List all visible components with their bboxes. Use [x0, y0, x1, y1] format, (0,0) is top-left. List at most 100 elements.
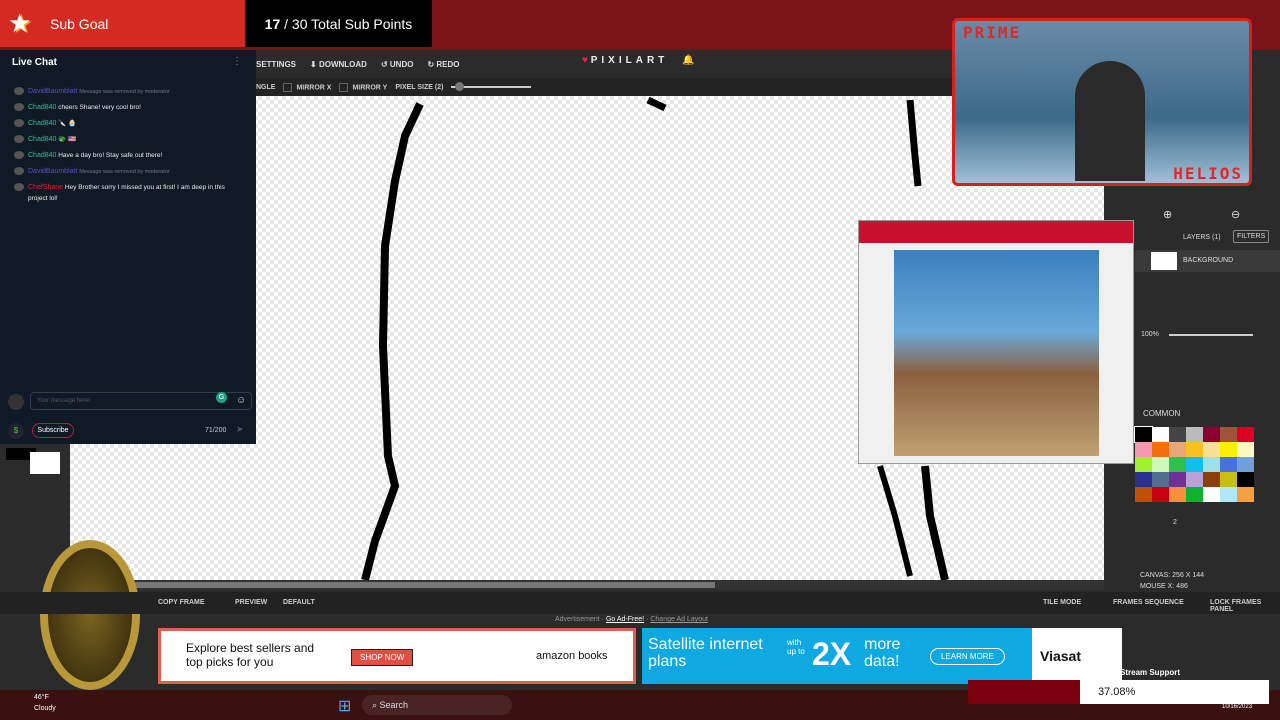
palette-swatch[interactable]	[1152, 457, 1169, 472]
preview-button[interactable]: PREVIEW	[235, 599, 267, 606]
palette-swatch[interactable]	[1186, 442, 1203, 457]
palette-swatch[interactable]	[1152, 472, 1169, 487]
with-up-to: with up to	[787, 638, 805, 656]
download-label: DOWNLOAD	[318, 59, 367, 69]
copy-frame-button[interactable]: COPY FRAME	[158, 599, 205, 606]
palette-swatch[interactable]	[1135, 442, 1152, 457]
palette-swatch[interactable]	[1186, 472, 1203, 487]
logo-text: PIXILART	[590, 55, 669, 66]
star-icon: ★	[8, 8, 32, 38]
palette-swatch[interactable]	[1152, 427, 1169, 442]
learn-more-button[interactable]: LEARN MORE	[930, 648, 1005, 665]
pixilart-logo[interactable]: ♥ PIXILART 🔔	[582, 55, 695, 66]
opacity-slider[interactable]	[1169, 334, 1253, 336]
chat-avatar	[14, 135, 24, 143]
send-icon[interactable]: ➤	[236, 424, 244, 435]
amazon-brand: amazon books	[536, 650, 608, 662]
palette-swatch[interactable]	[1203, 442, 1220, 457]
palette-swatch[interactable]	[1237, 487, 1254, 502]
download-button[interactable]: ⬇ DOWNLOAD	[310, 60, 367, 69]
chat-avatar	[14, 87, 24, 95]
tile-mode-toggle[interactable]: TILE MODE	[1043, 599, 1081, 606]
palette-swatch[interactable]	[1237, 472, 1254, 487]
palette-swatch[interactable]	[1237, 427, 1254, 442]
undo-label: UNDO	[389, 59, 414, 69]
secondary-color[interactable]	[30, 452, 60, 474]
chat-title: Live Chat	[12, 57, 58, 68]
palette-swatch[interactable]	[1186, 427, 1203, 442]
palette-swatch[interactable]	[1134, 426, 1153, 443]
dollar-icon[interactable]: $	[8, 423, 24, 439]
weather-temp: 46°F	[34, 694, 49, 701]
palette-swatch[interactable]	[1237, 442, 1254, 457]
bell-icon[interactable]: 🔔	[682, 55, 694, 66]
mirror-y-checkbox[interactable]: MIRROR Y	[339, 82, 388, 92]
chat-username[interactable]: ChefShane	[28, 184, 63, 191]
palette-swatch[interactable]	[1220, 457, 1237, 472]
palette-swatch[interactable]	[1135, 472, 1152, 487]
chat-menu-icon[interactable]: ⋮	[232, 56, 242, 67]
emoji-icon[interactable]: ☺	[236, 395, 246, 406]
mirror-x-checkbox[interactable]: MIRROR X	[283, 82, 331, 92]
palette-swatch[interactable]	[1203, 427, 1220, 442]
palette-swatch[interactable]	[1135, 487, 1152, 502]
pixel-size-slider[interactable]	[451, 82, 532, 91]
palette-swatch[interactable]	[1220, 472, 1237, 487]
palette-swatch[interactable]	[1220, 427, 1237, 442]
go-ad-free-link[interactable]: Go Ad-Free!	[606, 616, 644, 623]
frames-sequence-toggle[interactable]: FRAMES SEQUENCE	[1113, 599, 1184, 606]
palette-swatch[interactable]	[1203, 472, 1220, 487]
shop-now-button[interactable]: SHOP NOW	[351, 649, 414, 666]
palette-swatch[interactable]	[1152, 487, 1169, 502]
palette-swatch[interactable]	[1220, 487, 1237, 502]
palette-swatch[interactable]	[1169, 472, 1186, 487]
grammarly-icon[interactable]: G	[216, 392, 227, 403]
brush-size: 2	[1173, 519, 1177, 526]
undo-button[interactable]: ↺ UNDO	[381, 60, 414, 69]
chat-username[interactable]: Chad840	[28, 104, 56, 111]
palette-swatch[interactable]	[1203, 487, 1220, 502]
settings-button[interactable]: SETTINGS	[256, 60, 296, 69]
palette-swatch[interactable]	[1203, 457, 1220, 472]
chat-username[interactable]: DavidBaumblatt	[28, 88, 77, 95]
palette-swatch[interactable]	[1169, 427, 1186, 442]
subscribe-button[interactable]: Subscribe	[32, 423, 74, 438]
palette-swatch[interactable]	[1169, 487, 1186, 502]
lock-frames-toggle[interactable]: LOCK FRAMES PANEL	[1210, 599, 1280, 613]
palette-name[interactable]: COMMON	[1143, 409, 1180, 418]
webcam-overlay: PRIME HELIOS	[952, 18, 1252, 186]
palette-swatch[interactable]	[1220, 442, 1237, 457]
viasat-ad[interactable]: Satellite internet plans with up to 2X m…	[642, 628, 1122, 684]
chat-text: Message was removed by moderator	[79, 169, 170, 175]
filters-button[interactable]: FILTERS	[1233, 230, 1270, 243]
chat-username[interactable]: DavidBaumblatt	[28, 168, 77, 175]
palette-swatch[interactable]	[1135, 457, 1152, 472]
chat-username[interactable]: Chad840	[28, 120, 56, 127]
palette-swatch[interactable]	[1169, 442, 1186, 457]
default-select[interactable]: DEFAULT	[283, 599, 315, 606]
weather-text: Cloudy	[34, 705, 56, 712]
redo-button[interactable]: ↻ REDO	[427, 60, 459, 69]
chat-username[interactable]: Chad840	[28, 136, 56, 143]
taskbar-search[interactable]: ⌕ Search	[362, 695, 512, 715]
palette-swatch[interactable]	[1152, 442, 1169, 457]
viasat-logo: Viasat	[1032, 628, 1122, 684]
palette-swatch[interactable]	[1186, 487, 1203, 502]
color-palette	[1134, 426, 1254, 502]
angle-label: NGLE	[256, 83, 276, 91]
windows-start-icon[interactable]: ⊞	[338, 696, 351, 716]
chat-text: Have a day bro! Stay safe out there!	[58, 152, 163, 159]
palette-swatch[interactable]	[1237, 457, 1254, 472]
palette-swatch[interactable]	[1169, 457, 1186, 472]
char-count: 71/200	[205, 427, 227, 434]
mirror-y-label: MIRROR Y	[352, 83, 388, 91]
chat-username[interactable]: Chad840	[28, 152, 56, 159]
canvas-scrollbar[interactable]	[70, 580, 1104, 590]
change-ad-layout-link[interactable]: Change Ad Layout	[650, 616, 708, 623]
zoom-out-icon[interactable]: ⊖	[1231, 208, 1240, 221]
palette-swatch[interactable]	[1186, 457, 1203, 472]
amazon-ad[interactable]: Explore best sellers and top picks for y…	[158, 628, 636, 684]
chat-message: Chad840 🔪 🧁	[14, 118, 244, 129]
layer-row[interactable]: BACKGROUND	[1135, 250, 1280, 272]
zoom-in-icon[interactable]: ⊕	[1163, 208, 1172, 221]
